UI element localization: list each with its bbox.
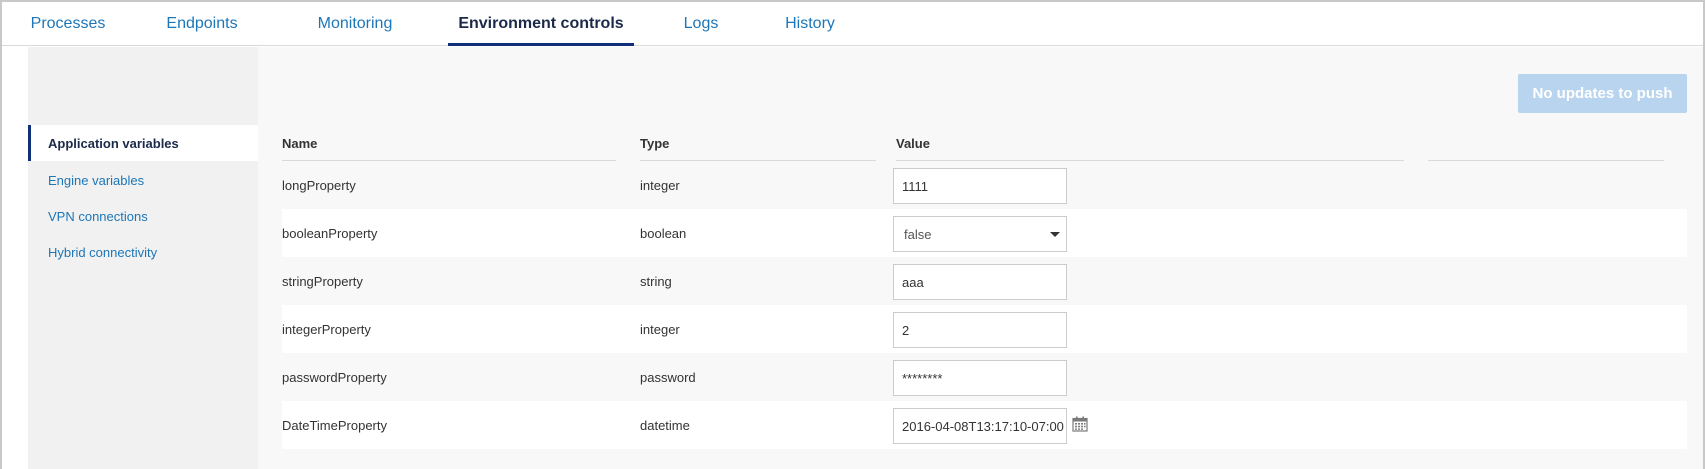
- tab-logs[interactable]: Logs: [674, 2, 728, 46]
- variable-type: integer: [640, 321, 680, 337]
- value-input[interactable]: [893, 312, 1067, 348]
- table-row: booleanProperty boolean false: [282, 209, 1687, 257]
- column-header-value: Value: [896, 127, 1404, 161]
- column-header-blank: [1428, 127, 1664, 161]
- sidebar-item-hybrid-connectivity[interactable]: Hybrid connectivity: [28, 234, 258, 270]
- variable-type: boolean: [640, 225, 687, 241]
- variable-type: password: [640, 369, 696, 385]
- variable-name: integerProperty: [282, 321, 371, 337]
- select-value: false: [904, 226, 932, 242]
- tab-history[interactable]: History: [776, 2, 844, 46]
- password-input[interactable]: [893, 360, 1067, 396]
- variable-name: passwordProperty: [282, 369, 387, 385]
- tab-monitoring[interactable]: Monitoring: [302, 2, 408, 46]
- value-select[interactable]: false: [893, 216, 1067, 252]
- content-area: Application variables Engine variables V…: [2, 47, 1703, 469]
- variables-panel: No updates to push Name Type Value longP…: [258, 47, 1703, 469]
- sidebar-item-vpn-connections[interactable]: VPN connections: [28, 198, 258, 234]
- value-input[interactable]: [893, 168, 1067, 204]
- datetime-input[interactable]: [893, 408, 1067, 444]
- table-row: passwordProperty password: [282, 353, 1687, 401]
- variable-name: booleanProperty: [282, 225, 378, 241]
- sidebar-item-application-variables[interactable]: Application variables: [28, 125, 258, 161]
- variable-type: string: [640, 273, 672, 289]
- tab-processes[interactable]: Processes: [26, 2, 110, 46]
- tab-endpoints[interactable]: Endpoints: [159, 2, 245, 46]
- value-input[interactable]: [893, 264, 1067, 300]
- table-row: DateTimeProperty datetime: [282, 401, 1687, 449]
- calendar-icon[interactable]: [1072, 416, 1088, 432]
- variable-type: integer: [640, 177, 680, 193]
- table-row: stringProperty string: [282, 257, 1687, 305]
- app-window: Processes Endpoints Monitoring Environme…: [0, 0, 1705, 469]
- variable-name: stringProperty: [282, 273, 363, 289]
- variable-name: longProperty: [282, 177, 356, 193]
- variable-name: DateTimeProperty: [282, 417, 387, 433]
- column-header-type: Type: [640, 127, 876, 161]
- table-row: longProperty integer: [282, 161, 1687, 209]
- push-updates-button[interactable]: No updates to push: [1518, 74, 1687, 113]
- sidebar-item-engine-variables[interactable]: Engine variables: [28, 162, 258, 198]
- chevron-down-icon: [1050, 232, 1060, 237]
- column-header-name: Name: [282, 127, 616, 161]
- top-tab-bar: Processes Endpoints Monitoring Environme…: [2, 2, 1703, 46]
- sidebar: Application variables Engine variables V…: [28, 47, 258, 469]
- tab-environment-controls[interactable]: Environment controls: [448, 2, 634, 46]
- table-row: integerProperty integer: [282, 305, 1687, 353]
- variable-type: datetime: [640, 417, 690, 433]
